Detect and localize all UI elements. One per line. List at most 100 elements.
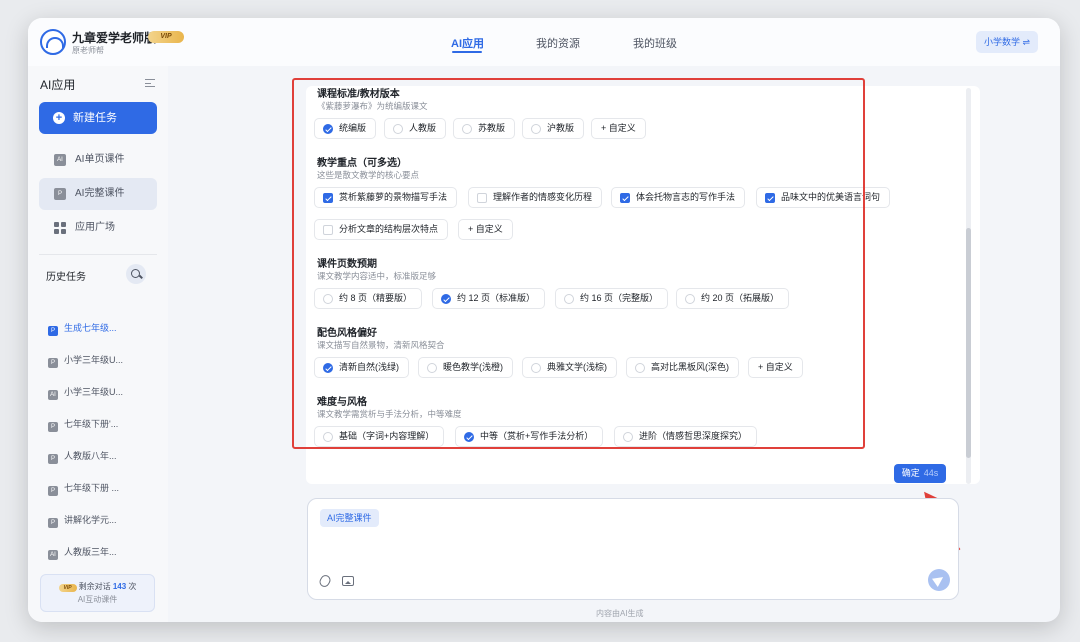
option-label: 理解作者的情感变化历程 xyxy=(493,192,593,202)
option-radio[interactable]: 进阶（情感哲思深度探究） xyxy=(614,426,758,447)
option-radio[interactable]: 高对比黑板风(深色) xyxy=(626,357,739,378)
option-label: 进阶（情感哲思深度探究） xyxy=(639,431,748,441)
history-item-label: 人教版三年... xyxy=(64,547,117,557)
tab-ai-apps[interactable]: AI应用 xyxy=(451,35,484,51)
section-desc: 这些是散文教学的核心要点 xyxy=(317,170,420,180)
history-item[interactable]: P 七年级下册 ... xyxy=(48,481,119,496)
scrollbar-thumb[interactable] xyxy=(966,228,971,458)
option-checkbox[interactable]: 理解作者的情感变化历程 xyxy=(468,187,603,208)
radio-icon xyxy=(462,124,472,134)
section-desc: 《紫藤萝瀑布》为统编版课文 xyxy=(317,101,428,111)
send-button[interactable] xyxy=(928,569,950,591)
quota-card[interactable]: VIP 剩余对话 143 次 AI互动课件 xyxy=(40,574,155,612)
quota-line: VIP 剩余对话 143 次 xyxy=(41,581,154,592)
section-title: 课件页数预期 xyxy=(317,259,377,270)
option-radio[interactable]: 约 16 页（完整版） xyxy=(555,288,669,309)
option-label: 中等（赏析+写作手法分析） xyxy=(480,431,594,441)
subject-switch-button[interactable]: 小学数学 ⇌ xyxy=(975,31,1038,53)
ai-disclaimer: 内容由AI生成 xyxy=(596,609,644,618)
option-radio[interactable]: 暖色教学(浅橙) xyxy=(418,357,513,378)
radio-icon xyxy=(623,432,633,442)
sidebar-item-ai-full[interactable]: P AI完整课件 xyxy=(39,178,157,210)
ppt-file-icon: P xyxy=(48,326,58,336)
option-label: 分析文章的结构层次特点 xyxy=(339,224,439,234)
option-checkbox[interactable]: 体会托物言志的写作手法 xyxy=(611,187,746,208)
radio-icon xyxy=(323,294,333,304)
option-radio[interactable]: 基础（字词+内容理解） xyxy=(314,426,445,447)
option-label: 品味文中的优美语言词句 xyxy=(781,192,881,202)
history-item-label: 七年级下册'... xyxy=(64,419,119,429)
option-checkbox[interactable]: 分析文章的结构层次特点 xyxy=(314,219,449,240)
option-label: 高对比黑板风(深色) xyxy=(651,362,729,372)
quota-suffix: 次 xyxy=(128,582,137,591)
sidebar-item-ai-page[interactable]: AI AI单页课件 xyxy=(39,144,157,176)
new-task-button[interactable]: + 新建任务 xyxy=(39,102,157,134)
top-bar: 九章爱学老师版 原老师帮 VIP AI应用 我的资源 我的班级 小学数学 ⇌ xyxy=(28,18,1060,66)
section-title: 课程标准/教材版本 xyxy=(317,89,400,100)
section-desc: 课文教学内容适中，标准版足够 xyxy=(317,271,437,281)
confirm-button[interactable]: 确定 44s xyxy=(894,464,946,483)
option-label: 统编版 xyxy=(339,123,367,133)
ai-page-icon: AI xyxy=(54,154,66,166)
radio-icon xyxy=(531,363,541,373)
option-radio[interactable]: 统编版 xyxy=(314,118,377,139)
checkbox-icon xyxy=(323,225,333,235)
history-item[interactable]: AI 小学三年级U... xyxy=(48,385,123,400)
option-radio[interactable]: 约 8 页（精要版） xyxy=(314,288,423,309)
countdown-timer: 44s xyxy=(923,468,939,478)
option-label: 约 12 页（标准版） xyxy=(457,293,536,303)
option-checkbox[interactable]: 品味文中的优美语言词句 xyxy=(756,187,891,208)
section-title: 配色风格偏好 xyxy=(317,328,377,339)
option-label: 赏析紫藤萝的景物描写手法 xyxy=(339,192,448,202)
history-item[interactable]: AI 人教版三年... xyxy=(48,545,117,560)
paperclip-icon[interactable] xyxy=(317,573,333,589)
prompt-composer[interactable]: AI完整课件 xyxy=(307,498,959,600)
plus-icon: + xyxy=(53,112,65,124)
checkbox-icon xyxy=(323,193,333,203)
active-tab-indicator xyxy=(452,51,482,53)
ppt-file-icon: P xyxy=(48,422,58,432)
history-item-label: 七年级下册 ... xyxy=(64,483,120,493)
option-label: 约 16 页（完整版） xyxy=(580,293,659,303)
option-label: 暖色教学(浅橙) xyxy=(443,362,503,372)
option-radio[interactable]: 清新自然(浅绿) xyxy=(314,357,409,378)
option-label: 基础（字词+内容理解） xyxy=(339,431,435,441)
sidebar-item-app-market[interactable]: 应用广场 xyxy=(39,212,157,244)
option-radio[interactable]: 沪教版 xyxy=(522,118,585,139)
option-radio[interactable]: 典雅文学(浅棕) xyxy=(522,357,617,378)
option-radio[interactable]: 苏教版 xyxy=(453,118,516,139)
sidebar-title: AI应用 xyxy=(40,78,76,92)
quota-caption: AI互动课件 xyxy=(77,595,118,604)
option-radio[interactable]: 约 12 页（标准版） xyxy=(432,288,546,309)
option-radio[interactable]: 人教版 xyxy=(384,118,447,139)
history-search-icon[interactable] xyxy=(126,264,146,284)
radio-icon xyxy=(635,363,645,373)
ppt-file-icon: P xyxy=(48,518,58,528)
radio-icon xyxy=(531,124,541,134)
option-checkbox[interactable]: 赏析紫藤萝的景物描写手法 xyxy=(314,187,458,208)
tab-my-classes[interactable]: 我的班级 xyxy=(633,35,677,51)
sidebar-item-label: 应用广场 xyxy=(75,222,115,233)
option-radio[interactable]: 约 20 页（拓展版） xyxy=(676,288,790,309)
custom-option-button[interactable]: + 自定义 xyxy=(591,118,646,139)
app-title: 九章爱学老师版 xyxy=(72,31,157,45)
history-item[interactable]: P 人教版八年... xyxy=(48,449,117,464)
radio-icon xyxy=(323,124,333,134)
app-window: 九章爱学老师版 原老师帮 VIP AI应用 我的资源 我的班级 小学数学 ⇌ A… xyxy=(28,18,1060,622)
history-title: 历史任务 xyxy=(46,272,86,283)
quota-prefix: 剩余对话 xyxy=(78,582,111,591)
ai-file-icon: AI xyxy=(48,550,58,560)
history-item[interactable]: P 七年级下册'... xyxy=(48,417,118,432)
config-panel xyxy=(306,86,980,484)
collapse-sidebar-icon[interactable] xyxy=(145,79,155,87)
option-radio[interactable]: 中等（赏析+写作手法分析） xyxy=(455,426,604,447)
history-item[interactable]: P 小学三年级U... xyxy=(48,353,123,368)
custom-option-button[interactable]: + 自定义 xyxy=(458,219,513,240)
image-upload-icon[interactable] xyxy=(342,576,354,586)
custom-option-button[interactable]: + 自定义 xyxy=(748,357,803,378)
tab-my-resources[interactable]: 我的资源 xyxy=(536,35,580,51)
mode-chip[interactable]: AI完整课件 xyxy=(320,509,379,527)
history-item[interactable]: P 讲解化学元... xyxy=(48,513,117,528)
option-label: 人教版 xyxy=(409,123,437,133)
history-item[interactable]: P 生成七年级... xyxy=(48,321,117,336)
